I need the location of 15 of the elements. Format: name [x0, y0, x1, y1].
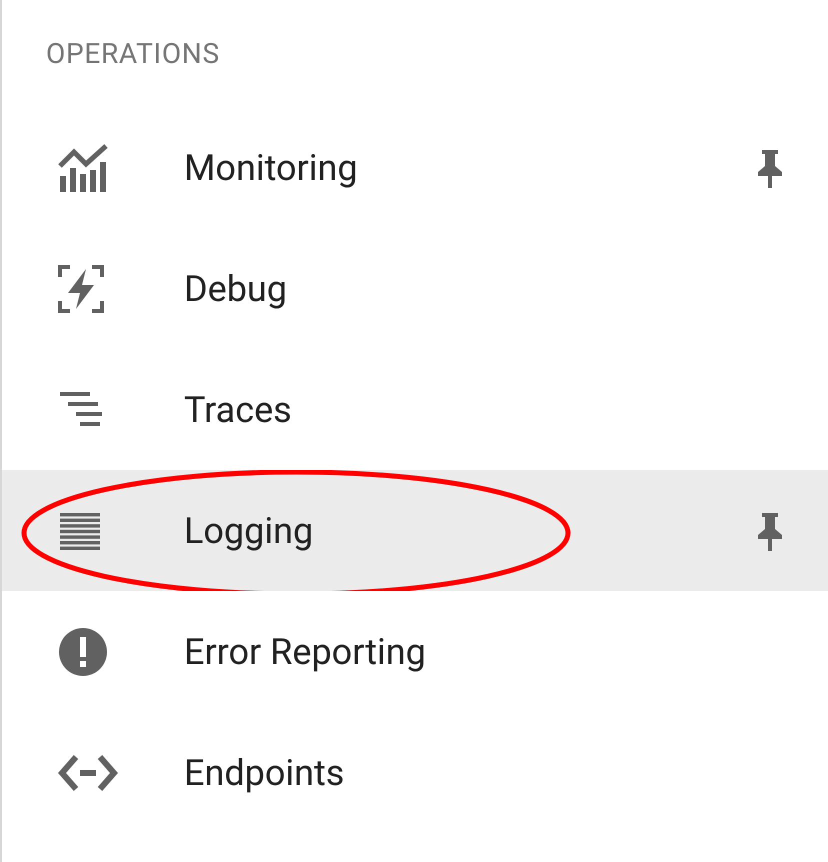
bar-chart-icon [58, 144, 110, 192]
pin-icon[interactable] [756, 148, 784, 188]
nav-label: Monitoring [184, 146, 358, 190]
text-lines-icon [58, 510, 102, 550]
lightning-icon [58, 264, 104, 312]
nav-label: Endpoints [184, 750, 344, 796]
nav-item[interactable]: Logging [2, 470, 828, 591]
pin-icon[interactable] [756, 510, 784, 550]
exclamation-icon [58, 626, 108, 676]
nav-label: Logging [184, 508, 314, 554]
nav-label: Error Reporting [184, 630, 426, 674]
nav-label: Traces [184, 388, 292, 432]
nav-label: Debug [184, 266, 287, 312]
section-heading: OPERATIONS [46, 36, 220, 72]
code-brackets-icon [58, 752, 118, 792]
